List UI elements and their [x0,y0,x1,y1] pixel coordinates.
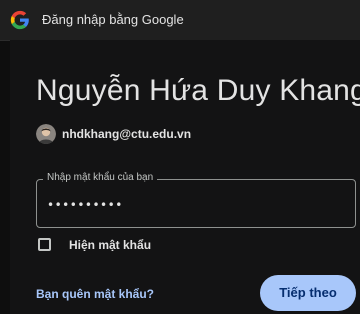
header-title: Đăng nhập bằng Google [42,12,184,27]
password-input[interactable] [47,194,337,216]
password-field-label: Nhập mật khẩu của bạn [43,172,158,183]
next-button[interactable]: Tiếp theo [260,275,356,311]
header-bar: Đăng nhập bằng Google [0,0,360,41]
signin-window: Đăng nhập bằng Google Nguyễn Hứa Duy Kha… [0,0,360,314]
account-name: Nguyễn Hứa Duy Khang [36,74,360,107]
forgot-password-link[interactable]: Bạn quên mật khẩu? [36,287,154,301]
google-g-icon [10,10,30,30]
show-password-checkbox[interactable] [38,238,51,251]
user-avatar [36,124,56,144]
password-field: Nhập mật khẩu của bạn [36,172,356,228]
account-email: nhdkhang@ctu.edu.vn [62,127,192,141]
show-password-label[interactable]: Hiện mật khẩu [69,238,151,252]
